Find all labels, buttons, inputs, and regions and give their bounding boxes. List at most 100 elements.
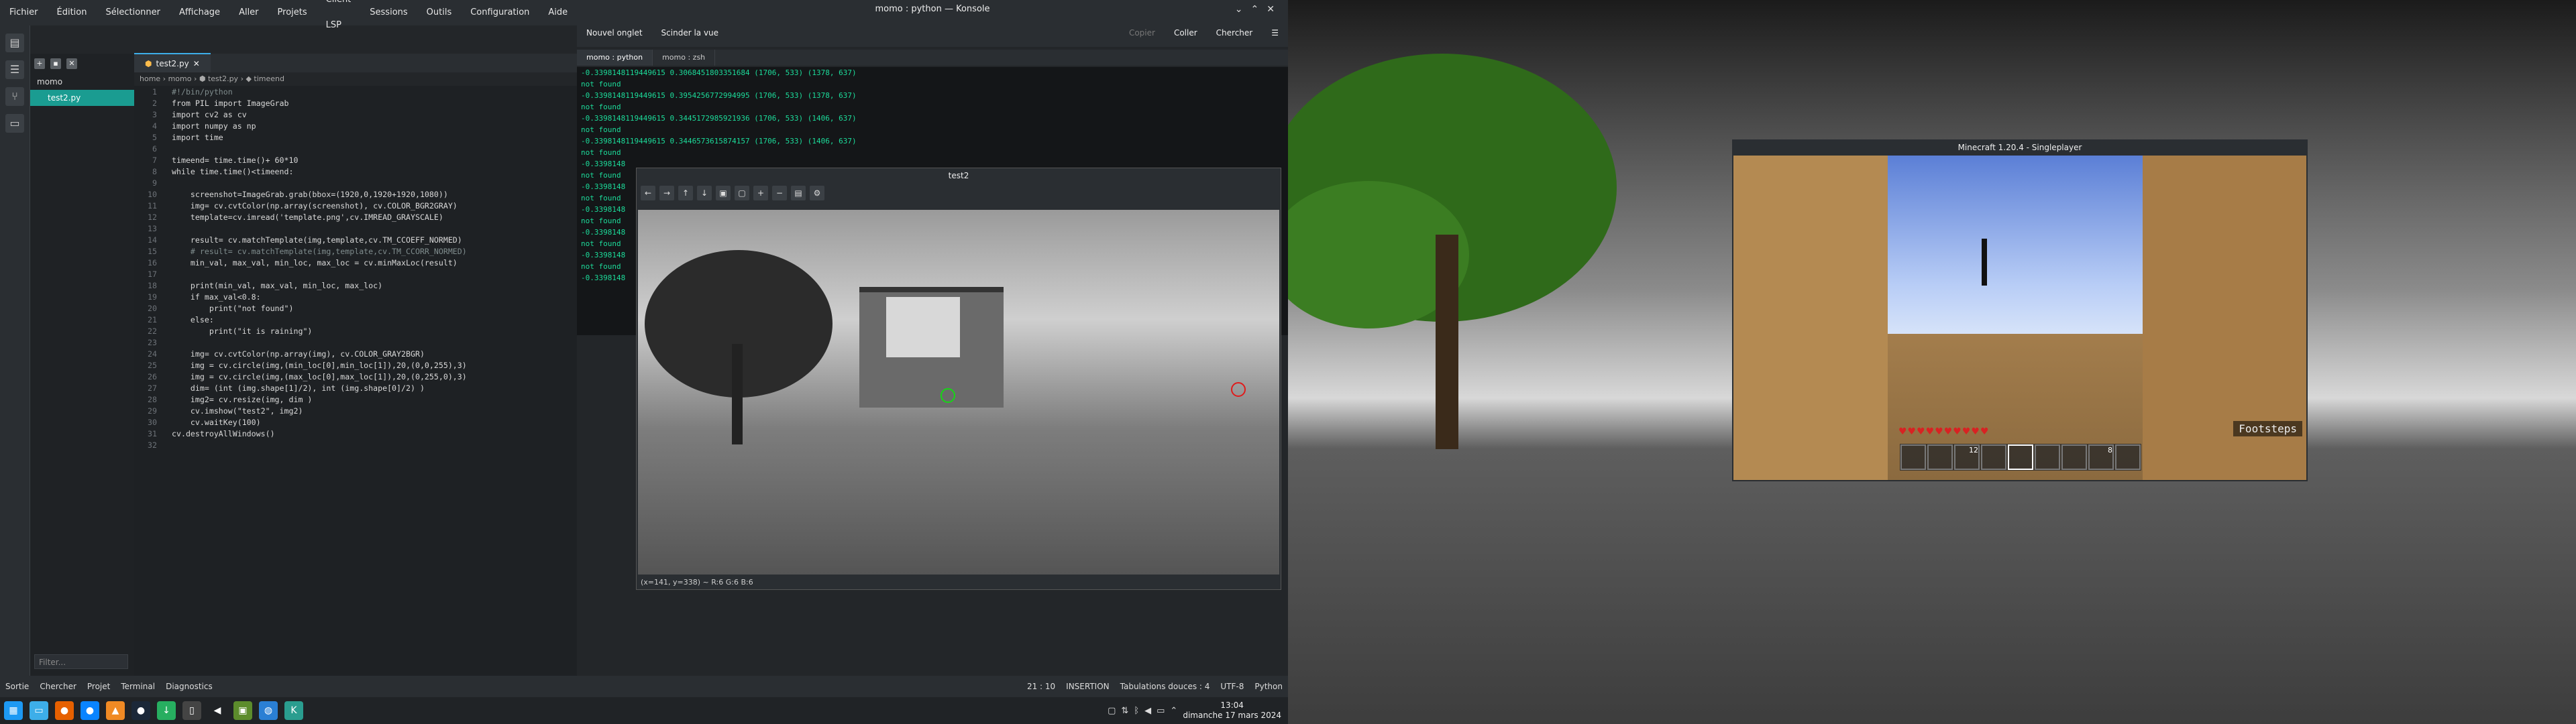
code-line[interactable]: # result= cv.matchTemplate(img,template,…	[172, 247, 467, 256]
code-line[interactable]: cv.imshow("test2", img2)	[172, 406, 303, 416]
code-line[interactable]: min_val, max_val, min_loc, max_loc = cv.…	[172, 258, 458, 267]
konsole-icon[interactable]: ▯	[182, 701, 201, 720]
input-mode[interactable]: INSERTION	[1061, 682, 1114, 691]
menu-projets[interactable]: Projets	[268, 0, 317, 25]
status-sortie[interactable]: Sortie	[0, 682, 34, 691]
code-line[interactable]: img= cv.cvtColor(np.array(screenshot), c…	[172, 201, 458, 210]
zoom-fit-icon[interactable]: ▣	[716, 186, 731, 200]
documents-icon[interactable]: ▤	[5, 34, 24, 52]
clock[interactable]: 13:04 dimanche 17 mars 2024	[1183, 701, 1281, 721]
properties-icon[interactable]: ⚙	[810, 186, 824, 200]
close-tab-icon[interactable]: ✕	[193, 54, 200, 73]
status-terminal[interactable]: Terminal	[115, 682, 160, 691]
tree-item-file[interactable]: test2.py	[30, 90, 134, 106]
hotbar-slot-1[interactable]	[1900, 444, 1926, 470]
tab-python[interactable]: momo : python	[577, 50, 653, 66]
pan-up-icon[interactable]: ↑	[678, 186, 693, 200]
code-line[interactable]: screenshot=ImageGrab.grab(bbox=(1920,0,1…	[172, 190, 448, 199]
save-icon[interactable]: ▪	[50, 58, 61, 69]
code-line[interactable]: import numpy as np	[172, 121, 256, 131]
steam-icon[interactable]: ●	[131, 701, 150, 720]
code-line[interactable]: #!/bin/python	[172, 87, 233, 97]
battery-icon[interactable]: ▭	[1157, 706, 1165, 716]
minecraft-viewport[interactable]: ♥♥♥♥♥♥♥♥♥♥ 12 8 Footsteps	[1733, 156, 2306, 480]
status-chercher[interactable]: Chercher	[34, 682, 82, 691]
tab-zsh[interactable]: momo : zsh	[653, 50, 716, 66]
code-line[interactable]: template=cv.imread('template.png',cv.IMR…	[172, 213, 443, 222]
new-tab-button[interactable]: Nouvel onglet	[577, 28, 652, 38]
zoom-out-icon[interactable]: −	[772, 186, 787, 200]
code-line[interactable]: print(min_val, max_val, min_loc, max_loc…	[172, 281, 382, 290]
code-line[interactable]: print("not found")	[172, 304, 294, 313]
code-line[interactable]: if max_val<0.8:	[172, 292, 261, 302]
menu-selectionner[interactable]: Sélectionner	[96, 0, 170, 25]
pan-left-icon[interactable]: ←	[641, 186, 655, 200]
hotbar-slot-4[interactable]	[1981, 444, 2006, 470]
code-line[interactable]: print("it is raining")	[172, 326, 313, 336]
hotbar-slot-2[interactable]	[1927, 444, 1953, 470]
desktop-pager-icon[interactable]: ▭	[30, 701, 48, 720]
language-mode[interactable]: Python	[1249, 682, 1288, 691]
find-button[interactable]: Chercher	[1207, 28, 1263, 38]
filter-input[interactable]: Filter...	[34, 654, 128, 669]
projects-icon[interactable]: ☰	[5, 60, 24, 79]
menu-aide[interactable]: Aide	[539, 0, 577, 25]
save-image-icon[interactable]: ▤	[791, 186, 806, 200]
hotbar-slot-9[interactable]	[2115, 444, 2141, 470]
split-view-button[interactable]: Scinder la vue	[652, 28, 729, 38]
hotbar-slot-6[interactable]	[2035, 444, 2060, 470]
paste-button[interactable]: Coller	[1165, 28, 1207, 38]
code-line[interactable]: import time	[172, 133, 223, 142]
clipboard-icon[interactable]: ▢	[1108, 706, 1116, 716]
tray-expand-icon[interactable]: ⌃	[1170, 706, 1177, 716]
tree-item-project[interactable]: momo	[30, 74, 134, 90]
status-projet[interactable]: Projet	[82, 682, 115, 691]
code-line[interactable]: img= cv.cvtColor(np.array(img), cv.COLOR…	[172, 349, 425, 359]
code-line[interactable]: result= cv.matchTemplate(img,template,cv…	[172, 235, 462, 245]
minecraft-icon[interactable]: ▣	[233, 701, 252, 720]
hotbar-slot-5[interactable]	[2008, 444, 2033, 470]
code-area[interactable]: 1 #!/bin/python 2 from PIL import ImageGrab…	[134, 86, 577, 676]
pan-right-icon[interactable]: →	[659, 186, 674, 200]
volume-icon[interactable]: ◀	[208, 701, 227, 720]
speaker-icon[interactable]: ◀	[1144, 706, 1151, 716]
code-line[interactable]: cv.waitKey(100)	[172, 418, 261, 427]
hotbar-slot-7[interactable]	[2061, 444, 2087, 470]
close-icon[interactable]: ✕	[66, 58, 77, 69]
menu-configuration[interactable]: Configuration	[461, 0, 539, 25]
kate-icon[interactable]: K	[284, 701, 303, 720]
window-controls[interactable]: ⌄⌃✕	[1235, 0, 1283, 19]
zoom-in-icon[interactable]: +	[753, 186, 768, 200]
code-line[interactable]: cv.destroyAllWindows()	[172, 429, 275, 438]
code-line[interactable]: while time.time()<timeend:	[172, 167, 293, 176]
code-line[interactable]: dim= (int (img.shape[1]/2), int (img.sha…	[172, 383, 425, 393]
discover-icon[interactable]: ↓	[157, 701, 176, 720]
hotbar-slot-3[interactable]: 12	[1954, 444, 1980, 470]
tab-test2[interactable]: ⬢ test2.py ✕	[134, 53, 211, 73]
code-line[interactable]: img2= cv.resize(img, dim )	[172, 395, 313, 404]
hamburger-menu-icon[interactable]: ☰	[1262, 28, 1288, 38]
menu-fichier[interactable]: Fichier	[0, 0, 48, 25]
indentation[interactable]: Tabulations douces : 4	[1115, 682, 1216, 691]
copy-button[interactable]: Copier	[1120, 28, 1165, 38]
app-launcher-icon[interactable]: ▦	[4, 701, 23, 720]
status-diagnostics[interactable]: Diagnostics	[160, 682, 218, 691]
globe-icon[interactable]: ◍	[259, 701, 278, 720]
code-line[interactable]: img = cv.circle(img,(max_loc[0],max_loc[…	[172, 372, 467, 381]
menu-outils[interactable]: Outils	[417, 0, 462, 25]
folder-icon[interactable]: ▭	[5, 114, 24, 133]
pan-down-icon[interactable]: ↓	[697, 186, 712, 200]
menu-aller[interactable]: Aller	[229, 0, 268, 25]
code-line[interactable]: img = cv.circle(img,(min_loc[0],min_loc[…	[172, 361, 467, 370]
thunderbird-icon[interactable]: ●	[80, 701, 99, 720]
zoom-original-icon[interactable]: ▢	[735, 186, 749, 200]
firefox-icon[interactable]: ●	[55, 701, 74, 720]
code-line[interactable]: from PIL import ImageGrab	[172, 99, 289, 108]
menu-affichage[interactable]: Affichage	[170, 0, 229, 25]
code-line[interactable]: import cv2 as cv	[172, 110, 247, 119]
encoding[interactable]: UTF-8	[1215, 682, 1249, 691]
menu-sessions[interactable]: Sessions	[360, 0, 417, 25]
menu-client-lsp[interactable]: Client LSP	[317, 0, 361, 38]
hotbar-slot-8[interactable]: 8	[2088, 444, 2114, 470]
vlc-icon[interactable]: ▲	[106, 701, 125, 720]
